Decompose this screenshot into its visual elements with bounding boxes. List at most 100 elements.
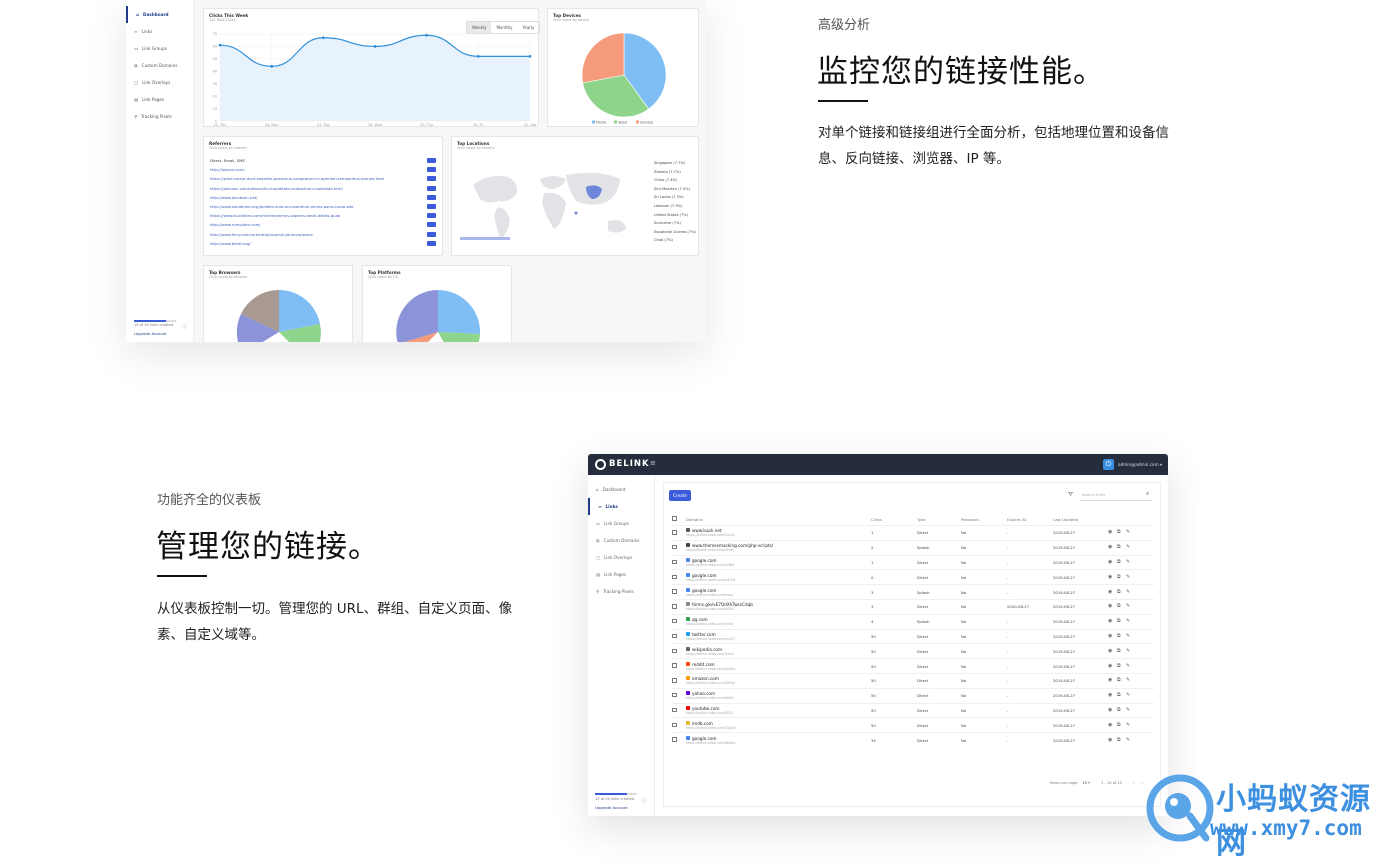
referrer-url[interactable]: http://www.sanderwrt.org/quidem-sunt-acc… bbox=[210, 204, 354, 209]
clicks-point[interactable] bbox=[476, 54, 480, 58]
col-domains[interactable]: Domains bbox=[686, 517, 871, 522]
copy-icon[interactable]: ⧉ bbox=[1117, 693, 1122, 698]
clicks-point[interactable] bbox=[528, 54, 532, 58]
short-link[interactable]: https://belink.xebb.com/knsuj bbox=[686, 593, 871, 597]
sidebar-item-dashboard[interactable]: ⌂ Dashboard bbox=[126, 6, 193, 23]
table-row[interactable]: google.com https://belink.xebb.com/dKwkg 3… bbox=[672, 732, 1154, 747]
view-icon[interactable]: ◉ bbox=[1108, 707, 1113, 713]
short-link[interactable]: https://belink.xebb.com/dKwkg bbox=[686, 741, 871, 745]
menu-icon[interactable]: ≡ bbox=[650, 459, 656, 467]
view-icon[interactable]: ◉ bbox=[1108, 648, 1113, 654]
upgrade-link[interactable]: Upgrade Account bbox=[595, 805, 628, 810]
edit-icon[interactable]: ✎ bbox=[1126, 530, 1131, 535]
sidebar-item-tracking-pixels[interactable]: ⚲ Tracking Pixels bbox=[126, 108, 193, 125]
copy-icon[interactable]: ⧉ bbox=[1117, 663, 1122, 669]
referrer-url[interactable]: http://www.berdt.org/ bbox=[210, 241, 251, 246]
edit-icon[interactable]: ✎ bbox=[1126, 707, 1131, 713]
upgrade-link[interactable]: Upgrade Account bbox=[134, 331, 167, 336]
sidebar-item-custom-domains[interactable]: ◍ Custom Domains bbox=[126, 57, 193, 74]
copy-icon[interactable]: ⧉ bbox=[1117, 678, 1122, 683]
copy-icon[interactable]: ⧉ bbox=[1117, 648, 1122, 654]
pie-slice-desktop[interactable] bbox=[581, 32, 625, 84]
row-checkbox[interactable] bbox=[672, 574, 677, 580]
referrer-url[interactable]: https://wind.com/a.dunt.kiepelka-possimu… bbox=[210, 176, 384, 181]
view-icon[interactable]: ◉ bbox=[1108, 574, 1113, 580]
copy-icon[interactable]: ⧉ bbox=[1117, 559, 1122, 565]
table-row[interactable]: amazon.com https://belink.xebb.com/SWYgr 5… bbox=[672, 673, 1154, 688]
row-checkbox[interactable] bbox=[672, 559, 677, 565]
short-link[interactable]: https://belink.xebb.com/Qp0Sa bbox=[686, 667, 871, 671]
referrer-url[interactable]: http://www.ferry.com/iure/ratio/locam/in… bbox=[210, 232, 313, 237]
referrer-url[interactable]: https://www.huckhkes.com/minime/omnis-sa… bbox=[210, 213, 340, 218]
short-link[interactable]: https://belink.xebb.com/IBI33 bbox=[686, 711, 871, 715]
sidebar-item-link-groups[interactable]: ▭ Link Groups bbox=[588, 515, 654, 532]
view-icon[interactable]: ◉ bbox=[1108, 530, 1113, 535]
table-row[interactable]: google.com https://belink.xebb.com/w4Yh8 0… bbox=[672, 569, 1154, 584]
referrer-url[interactable]: http://loshan.com/ bbox=[210, 167, 245, 172]
view-icon[interactable]: ◉ bbox=[1108, 545, 1113, 550]
view-icon[interactable]: ◉ bbox=[1108, 559, 1113, 565]
row-checkbox[interactable] bbox=[672, 707, 677, 713]
table-row[interactable]: yahoo.com https://belink.xebb.com/KsBhJ 50… bbox=[672, 687, 1154, 703]
short-link[interactable]: https://belink.xebb.com/4tt3H bbox=[686, 607, 871, 611]
sidebar-item-custom-domains[interactable]: ◍ Custom Domains bbox=[588, 532, 654, 549]
short-link[interactable]: https://belink.xebb.com/KsBhJ bbox=[686, 696, 871, 700]
view-icon[interactable]: ◉ bbox=[1108, 619, 1113, 624]
copy-icon[interactable]: ⧉ bbox=[1117, 530, 1122, 535]
view-icon[interactable]: ◉ bbox=[1108, 633, 1113, 639]
edit-icon[interactable]: ✎ bbox=[1126, 574, 1131, 580]
edit-icon[interactable]: ✎ bbox=[1126, 545, 1131, 550]
col-updated[interactable]: Last Updated bbox=[1053, 517, 1108, 522]
edit-icon[interactable]: ✎ bbox=[1126, 604, 1131, 609]
clicks-point[interactable] bbox=[373, 45, 377, 48]
view-icon[interactable]: ◉ bbox=[1108, 604, 1113, 609]
col-expires[interactable]: Expires At bbox=[1007, 517, 1053, 522]
row-checkbox[interactable] bbox=[672, 737, 677, 742]
sidebar-item-link-pages[interactable]: ▤ Link Pages bbox=[588, 566, 654, 583]
view-icon[interactable]: ◉ bbox=[1108, 722, 1113, 728]
col-clicks[interactable]: Clicks bbox=[871, 517, 917, 522]
view-icon[interactable]: ◉ bbox=[1108, 589, 1113, 595]
edit-icon[interactable]: ✎ bbox=[1126, 559, 1131, 565]
table-row[interactable]: forms.gle/vE7QdXhTwssCdqb https://belink.… bbox=[672, 599, 1154, 614]
edit-icon[interactable]: ✎ bbox=[1126, 633, 1131, 639]
row-checkbox[interactable] bbox=[672, 692, 677, 698]
link-domain[interactable]: reddit.com bbox=[692, 662, 715, 667]
edit-icon[interactable]: ✎ bbox=[1126, 589, 1131, 595]
row-checkbox[interactable] bbox=[672, 648, 677, 654]
clicks-point[interactable] bbox=[425, 33, 429, 37]
view-icon[interactable]: ◉ bbox=[1108, 678, 1113, 683]
edit-icon[interactable]: ✎ bbox=[1126, 619, 1131, 624]
copy-icon[interactable]: ⧉ bbox=[1117, 707, 1122, 713]
row-checkbox[interactable] bbox=[672, 618, 677, 624]
table-row[interactable]: wikipedia.com https://belink.xebb.com/fye… bbox=[672, 643, 1154, 658]
sidebar-item-links[interactable]: ∞ Links bbox=[588, 498, 654, 515]
view-icon[interactable]: ◉ bbox=[1108, 663, 1113, 669]
table-row[interactable]: youtube.com https://belink.xebb.com/IBI33… bbox=[672, 702, 1154, 718]
sidebar-item-link-overlays[interactable]: ▢ Link Overlays bbox=[126, 74, 193, 91]
filter-icon[interactable]: ⛛ bbox=[1068, 491, 1073, 499]
sidebar-item-link-pages[interactable]: ▤ Link Pages bbox=[126, 91, 193, 108]
short-link[interactable]: https://belink.xebb.com/fyeh4 bbox=[686, 652, 871, 656]
short-link[interactable]: https://belink.xebb.com/mjuZT bbox=[686, 637, 871, 641]
edit-icon[interactable]: ✎ bbox=[1126, 648, 1131, 654]
copy-icon[interactable]: ⧉ bbox=[1117, 619, 1122, 624]
link-domain[interactable]: google.com bbox=[692, 588, 716, 593]
clicks-point[interactable] bbox=[270, 64, 274, 68]
col-password[interactable]: Password bbox=[961, 517, 1007, 522]
col-type[interactable]: Type bbox=[917, 517, 961, 522]
copy-icon[interactable]: ⧉ bbox=[1117, 737, 1122, 743]
referrer-url[interactable]: https://johnson.com/ratione/hic/cupidita… bbox=[210, 186, 343, 191]
table-row[interactable]: twitter.com https://belink.xebb.com/mjuZT… bbox=[672, 628, 1154, 644]
clicks-point[interactable] bbox=[218, 43, 222, 47]
row-checkbox[interactable] bbox=[672, 678, 677, 683]
row-checkbox[interactable] bbox=[672, 633, 677, 639]
edit-icon[interactable]: ✎ bbox=[1126, 678, 1131, 683]
sidebar-item-link-overlays[interactable]: ▢ Link Overlays bbox=[588, 549, 654, 566]
prev-page-icon[interactable]: ‹ bbox=[1133, 781, 1134, 785]
select-all-checkbox[interactable] bbox=[672, 516, 677, 521]
short-link[interactable]: https://belink.xebb.com/ZnBtd bbox=[686, 563, 871, 567]
row-checkbox[interactable] bbox=[672, 530, 677, 535]
link-domain[interactable]: google.com bbox=[692, 736, 716, 741]
table-row[interactable]: google.com https://belink.xebb.com/knsuj 3… bbox=[672, 584, 1154, 599]
